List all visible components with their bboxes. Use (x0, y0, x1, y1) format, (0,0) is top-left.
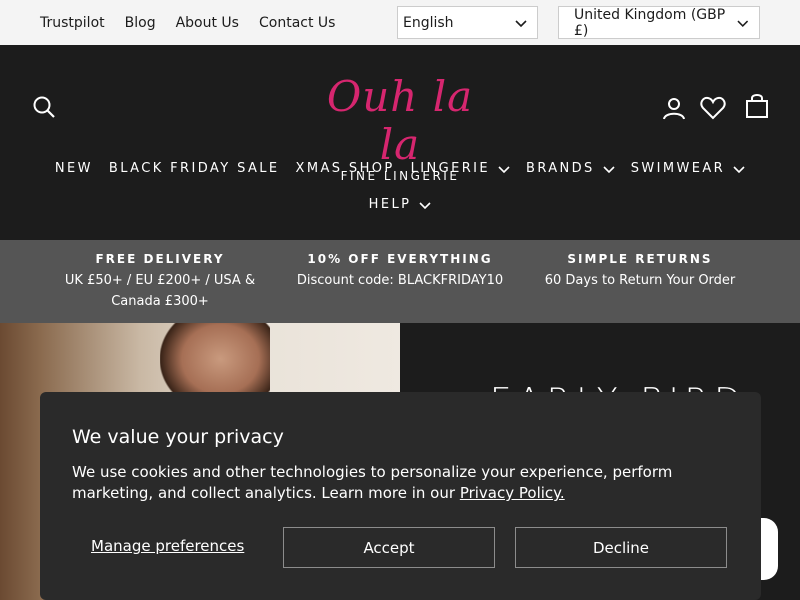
bag-icon[interactable] (744, 93, 770, 119)
nav-label: SWIMWEAR (630, 161, 726, 176)
nav-label: LINGERIE (410, 161, 490, 176)
chevron-down-icon (737, 20, 749, 27)
language-value: English (403, 14, 454, 31)
nav-help[interactable]: HELP (369, 197, 432, 212)
nav-label: BRANDS (526, 161, 595, 176)
cookie-actions: Manage preferences Accept Decline (40, 527, 761, 568)
brand-logo[interactable]: Ouh la la FINE LINGERIE (300, 73, 500, 184)
main-nav: NEW BLACK FRIDAY SALE XMAS SHOP LINGERIE… (0, 161, 800, 176)
privacy-policy-link[interactable]: Privacy Policy. (460, 484, 565, 502)
cookie-title: We value your privacy (72, 426, 284, 448)
benefit-free-delivery: FREE DELIVERY UK £50+ / EU £200+ / USA &… (40, 240, 280, 323)
manage-preferences-link[interactable]: Manage preferences (91, 537, 244, 555)
chevron-down-icon (733, 165, 745, 173)
trustpilot-link[interactable]: Trustpilot (40, 15, 105, 31)
nav-lingerie[interactable]: LINGERIE (411, 161, 510, 176)
user-icon[interactable] (661, 95, 687, 121)
benefit-title: SIMPLE RETURNS (567, 252, 713, 266)
nav-brands[interactable]: BRANDS (526, 161, 615, 176)
benefit-title: 10% OFF EVERYTHING (307, 252, 493, 266)
nav-label: HELP (368, 197, 412, 212)
search-icon[interactable] (31, 94, 57, 120)
nav-new[interactable]: NEW (55, 161, 93, 176)
benefit-title: FREE DELIVERY (95, 252, 225, 266)
nav-black-friday-sale[interactable]: BLACK FRIDAY SALE (109, 161, 280, 176)
nav-label: BLACK FRIDAY SALE (108, 161, 280, 176)
heart-icon[interactable] (700, 95, 726, 121)
cookie-text: We use cookies and other technologies to… (72, 463, 673, 502)
country-value: United Kingdom (GBP £) (574, 6, 726, 39)
site-header: Ouh la la FINE LINGERIE NEW BLACK FRIDAY… (0, 45, 800, 240)
blog-link[interactable]: Blog (125, 15, 156, 31)
benefit-text: Discount code: BLACKFRIDAY10 (296, 273, 504, 288)
benefit-returns: SIMPLE RETURNS 60 Days to Return Your Or… (520, 240, 760, 323)
decline-button[interactable]: Decline (515, 527, 727, 568)
benefits-bar: FREE DELIVERY UK £50+ / EU £200+ / USA &… (0, 240, 800, 323)
nav-label: NEW (54, 161, 93, 176)
cookie-consent-dialog: We value your privacy We use cookies and… (40, 392, 761, 600)
contact-us-link[interactable]: Contact Us (259, 15, 335, 31)
chevron-down-icon (603, 165, 615, 173)
brand-name: Ouh la la (326, 72, 474, 169)
main-nav-row-2: HELP (0, 197, 800, 212)
nav-swimwear[interactable]: SWIMWEAR (631, 161, 745, 176)
language-select[interactable]: English (397, 6, 538, 39)
chevron-down-icon (515, 19, 527, 27)
about-us-link[interactable]: About Us (176, 15, 239, 31)
chevron-down-icon (498, 165, 510, 173)
accept-button[interactable]: Accept (283, 527, 495, 568)
nav-label: XMAS SHOP (295, 161, 395, 176)
benefit-text: UK £50+ / EU £200+ / USA & Canada £300+ (64, 273, 256, 309)
benefit-text: 60 Days to Return Your Order (544, 273, 736, 288)
cookie-description: We use cookies and other technologies to… (72, 462, 712, 504)
chevron-down-icon (419, 201, 431, 209)
top-links: Trustpilot Blog About Us Contact Us (40, 0, 335, 45)
nav-xmas-shop[interactable]: XMAS SHOP (296, 161, 395, 176)
benefit-discount: 10% OFF EVERYTHING Discount code: BLACKF… (280, 240, 520, 323)
country-select[interactable]: United Kingdom (GBP £) (558, 6, 760, 39)
top-utility-bar: Trustpilot Blog About Us Contact Us Engl… (0, 0, 800, 45)
